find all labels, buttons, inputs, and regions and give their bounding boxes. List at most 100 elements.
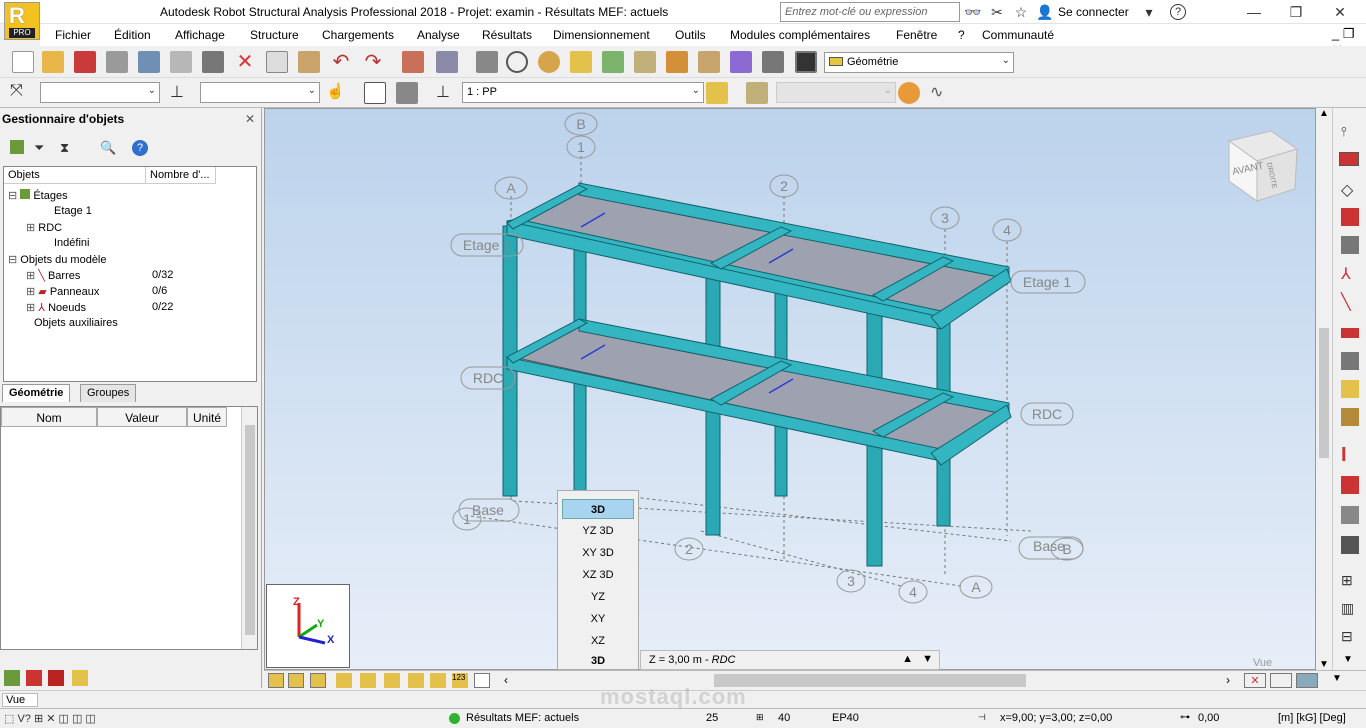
minimize-button[interactable]: — <box>1234 2 1274 22</box>
prop-column-valeur[interactable]: Valeur <box>97 407 187 427</box>
display-slabs-icon[interactable] <box>430 673 446 688</box>
prop-column-unite[interactable]: Unité <box>187 407 227 427</box>
paste-icon[interactable] <box>298 51 320 73</box>
tree-item-etages[interactable]: ⊟ Étages <box>8 189 68 202</box>
load-icon[interactable] <box>634 51 656 73</box>
prop-scrollbar[interactable] <box>241 407 257 649</box>
results-icon[interactable] <box>698 51 720 73</box>
stack-icon[interactable] <box>1341 476 1359 494</box>
display-grid-icon[interactable] <box>474 673 490 688</box>
filter-load-icon[interactable] <box>72 670 88 686</box>
menu-chargements[interactable]: Chargements <box>322 28 394 42</box>
select-tool-icon[interactable]: ☝ <box>326 82 348 104</box>
menu-communaute[interactable]: Communauté <box>982 28 1054 42</box>
print-preview-icon[interactable] <box>170 51 192 73</box>
menu-outils[interactable]: Outils <box>675 28 706 42</box>
view-cube-side-label[interactable]: DROITE <box>1265 162 1277 190</box>
supports-icon[interactable] <box>1341 208 1359 226</box>
level-up-icon[interactable]: ▲ <box>902 653 913 665</box>
globe-icon[interactable] <box>538 51 560 73</box>
column-icon[interactable]: ⅄ <box>1341 264 1359 283</box>
new-file-icon[interactable] <box>12 51 34 73</box>
tree-column-objets[interactable]: Objets <box>4 167 146 184</box>
filter-bar-icon[interactable] <box>48 670 64 686</box>
prop-column-nom[interactable]: Nom <box>1 407 97 427</box>
tree-item-panneaux[interactable]: ⊞ ▰ Panneaux <box>26 285 99 298</box>
table-icon[interactable]: ▥ <box>1341 600 1359 618</box>
open-folder-icon[interactable] <box>42 51 64 73</box>
scroll-left-icon[interactable]: ‹ <box>504 673 508 687</box>
release-icon[interactable] <box>1341 506 1359 524</box>
redo-icon[interactable]: ↷ <box>362 51 384 73</box>
tree-column-nombre[interactable]: Nombre d'... <box>146 167 216 184</box>
beam-icon[interactable] <box>1341 236 1359 254</box>
cancel-view-icon[interactable]: ✕ <box>1244 673 1266 688</box>
search-icon[interactable]: 🔍 <box>100 140 116 155</box>
prop-scroll-thumb[interactable] <box>245 425 255 635</box>
panel-def-icon[interactable] <box>1341 328 1359 338</box>
cube-icon[interactable] <box>730 51 752 73</box>
load-case-select[interactable]: 1 : PP ⌄ <box>462 82 704 103</box>
tree-item-barres[interactable]: ⊞ ╲ Barres <box>26 269 80 282</box>
line-icon[interactable]: ╲ <box>1341 292 1359 311</box>
filter-panel-icon[interactable] <box>26 670 42 686</box>
mode-icon[interactable] <box>746 82 768 104</box>
display-nodes-icon[interactable] <box>268 673 284 688</box>
book-icon[interactable] <box>138 51 160 73</box>
tab-geometrie[interactable]: Géométrie <box>2 384 71 402</box>
view-bar-icon[interactable] <box>1270 673 1292 688</box>
frame-icon[interactable] <box>364 82 386 104</box>
chevron-down-icon[interactable]: ▾ <box>1140 3 1158 21</box>
hscroll-thumb[interactable] <box>714 674 1026 687</box>
display-panels-icon[interactable] <box>408 673 424 688</box>
star-icon[interactable]: ☆ <box>1012 3 1030 21</box>
display-loads-icon[interactable] <box>360 673 376 688</box>
view-option-xz3d[interactable]: XZ 3D <box>562 565 634 585</box>
tree-item-objets-modele[interactable]: ⊟ Objets du modèle <box>8 253 107 266</box>
toolstrip-more-icon[interactable]: ▼ <box>1343 654 1353 665</box>
grid-def-icon[interactable] <box>1341 408 1359 426</box>
tree-icon[interactable] <box>10 140 24 154</box>
view-option-xy3d[interactable]: XY 3D <box>562 543 634 563</box>
display-supports-icon[interactable] <box>336 673 352 688</box>
hatch-def-icon[interactable] <box>1341 380 1359 398</box>
view-cube-label[interactable]: AVANT <box>1231 161 1264 178</box>
delete-icon[interactable]: ✕ <box>234 51 256 73</box>
layout-icon[interactable] <box>795 51 817 73</box>
hourglass-icon[interactable]: ⧗ <box>60 140 74 155</box>
menu-resultats[interactable]: Résultats <box>482 28 532 42</box>
nodes-icon[interactable]: ⫯ <box>1341 124 1359 142</box>
level-down-icon[interactable]: ▼ <box>922 653 933 665</box>
tree-item-etage1[interactable]: Etage 1 <box>54 205 92 217</box>
current-view-button[interactable]: 3D <box>562 651 634 671</box>
display-releases-icon[interactable] <box>384 673 400 688</box>
combination-icon[interactable] <box>898 82 920 104</box>
filter-icon[interactable]: ⏷ <box>34 140 48 155</box>
menu-dimensionnement[interactable]: Dimensionnement <box>553 28 650 42</box>
section-def-icon[interactable] <box>1339 152 1359 166</box>
zoom-icon[interactable] <box>506 51 528 73</box>
lock-icon[interactable] <box>476 51 498 73</box>
view-option-xz[interactable]: XZ <box>562 631 634 651</box>
scroll-down-icon[interactable]: ▼ <box>1319 659 1329 670</box>
level-selector[interactable]: Z = 3,00 m - RDC ▲ ▼ <box>640 650 940 670</box>
rigid-link-icon[interactable] <box>1341 536 1359 554</box>
tree-item-indefini[interactable]: Indéfini <box>54 237 89 249</box>
menu-edition[interactable]: Édition <box>114 28 151 42</box>
search-input[interactable]: Entrez mot-clé ou expression <box>780 2 960 22</box>
undo-icon[interactable]: ↶ <box>330 51 352 73</box>
menu-analyse[interactable]: Analyse <box>417 28 460 42</box>
help-icon[interactable]: ? <box>1170 4 1186 20</box>
tree-item-objets-auxiliaires[interactable]: Objets auxiliaires <box>34 317 118 329</box>
view-option-yz[interactable]: YZ <box>562 587 634 607</box>
wrench-icon[interactable] <box>762 51 784 73</box>
view-option-yz3d[interactable]: YZ 3D <box>562 521 634 541</box>
node-select-icon[interactable]: ⤧ <box>10 82 32 104</box>
menu-fichier[interactable]: Fichier <box>55 28 91 42</box>
scroll-thumb[interactable] <box>1319 328 1329 458</box>
print-icon[interactable] <box>106 51 128 73</box>
close-icon[interactable]: ✕ <box>245 112 255 126</box>
structure-viewport[interactable]: B 1 A 2 3 4 Etage 1 Etage 1 RDC RDC Base… <box>264 108 1316 670</box>
scroll-up-icon[interactable]: ▲ <box>1319 108 1329 119</box>
support-icon[interactable] <box>602 51 624 73</box>
